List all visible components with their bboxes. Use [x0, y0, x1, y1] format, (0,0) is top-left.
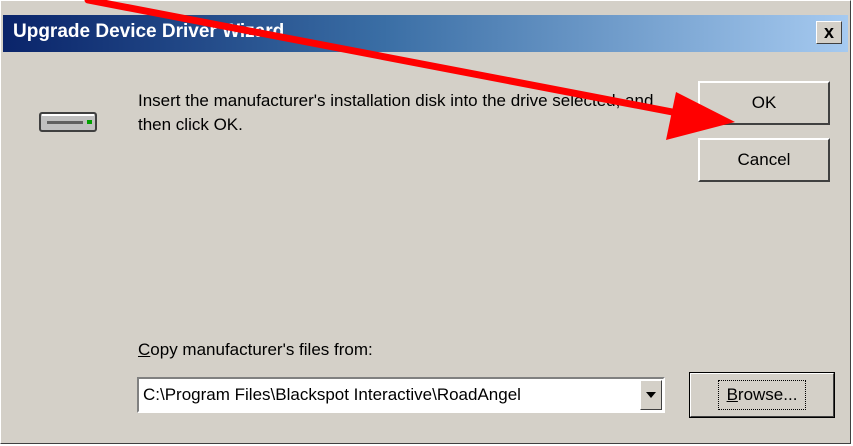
red-arrow-annotation [84, 0, 735, 140]
